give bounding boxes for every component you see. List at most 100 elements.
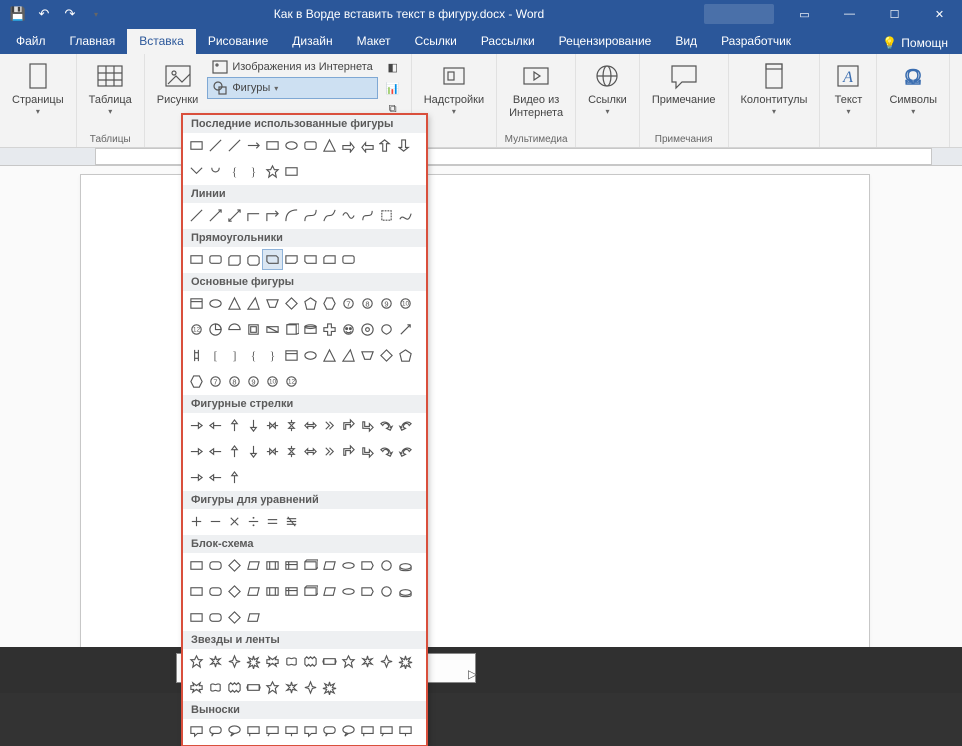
shape-option[interactable]	[187, 294, 206, 313]
shape-option[interactable]	[377, 416, 396, 435]
shape-option[interactable]	[301, 250, 320, 269]
shape-option[interactable]	[225, 320, 244, 339]
shape-option[interactable]	[358, 442, 377, 461]
shape-option[interactable]	[301, 652, 320, 671]
shape-option[interactable]	[301, 294, 320, 313]
shape-option[interactable]	[282, 136, 301, 155]
shape-option[interactable]	[263, 512, 282, 531]
shape-option[interactable]	[320, 416, 339, 435]
shape-option[interactable]	[339, 722, 358, 741]
shape-option[interactable]	[263, 250, 282, 269]
shape-option[interactable]	[301, 582, 320, 601]
shape-option[interactable]	[377, 442, 396, 461]
shape-option[interactable]	[301, 320, 320, 339]
shape-option[interactable]	[187, 652, 206, 671]
shape-option[interactable]	[263, 320, 282, 339]
shape-option[interactable]	[282, 346, 301, 365]
minimize-button[interactable]: —	[827, 0, 872, 28]
shape-option[interactable]: ]	[225, 346, 244, 365]
shape-option[interactable]	[187, 678, 206, 697]
shape-option[interactable]	[187, 372, 206, 391]
shape-option[interactable]	[282, 162, 301, 181]
shape-option[interactable]	[187, 346, 206, 365]
shape-option[interactable]	[339, 442, 358, 461]
shape-option[interactable]	[244, 722, 263, 741]
shape-option[interactable]	[282, 722, 301, 741]
shape-option[interactable]	[225, 416, 244, 435]
shape-option[interactable]	[187, 442, 206, 461]
shape-option[interactable]	[187, 512, 206, 531]
shape-option[interactable]	[358, 320, 377, 339]
shape-option[interactable]	[263, 652, 282, 671]
shape-option[interactable]	[396, 442, 415, 461]
tab-view[interactable]: Вид	[663, 29, 709, 54]
shape-option[interactable]	[320, 346, 339, 365]
shape-option[interactable]	[225, 294, 244, 313]
shape-option[interactable]: 12	[282, 372, 301, 391]
shape-option[interactable]	[244, 556, 263, 575]
shape-option[interactable]: 10	[263, 372, 282, 391]
shape-option[interactable]	[282, 556, 301, 575]
shape-option[interactable]	[358, 136, 377, 155]
shape-option[interactable]	[206, 608, 225, 627]
shape-option[interactable]	[225, 582, 244, 601]
shape-option[interactable]	[263, 136, 282, 155]
shape-option[interactable]	[358, 582, 377, 601]
shape-option[interactable]	[244, 136, 263, 155]
smartart-button[interactable]: ◧	[381, 57, 405, 77]
qat-customize[interactable]: ▾	[84, 2, 108, 26]
shape-option[interactable]	[301, 678, 320, 697]
shape-option[interactable]	[206, 206, 225, 225]
shape-option[interactable]	[282, 582, 301, 601]
shape-option[interactable]	[339, 136, 358, 155]
tell-me[interactable]: 💡 Помощн	[872, 36, 958, 54]
shape-option[interactable]: 9	[377, 294, 396, 313]
shape-option[interactable]	[244, 250, 263, 269]
shape-option[interactable]	[244, 442, 263, 461]
shape-option[interactable]: 9	[244, 372, 263, 391]
shape-option[interactable]	[339, 346, 358, 365]
redo-button[interactable]: ↷	[58, 2, 82, 26]
shape-option[interactable]	[301, 556, 320, 575]
shape-option[interactable]	[244, 512, 263, 531]
shape-option[interactable]	[206, 162, 225, 181]
shape-option[interactable]: [	[206, 346, 225, 365]
shape-option[interactable]	[206, 652, 225, 671]
shape-option[interactable]: 7	[206, 372, 225, 391]
tab-review[interactable]: Рецензирование	[547, 29, 664, 54]
shape-option[interactable]	[377, 582, 396, 601]
shape-option[interactable]	[320, 582, 339, 601]
shape-option[interactable]	[377, 556, 396, 575]
close-button[interactable]: ✕	[917, 0, 962, 28]
shape-option[interactable]	[206, 320, 225, 339]
shape-option[interactable]	[187, 136, 206, 155]
shape-option[interactable]	[358, 652, 377, 671]
shape-option[interactable]: 8	[358, 294, 377, 313]
shape-option[interactable]	[206, 468, 225, 487]
shape-option[interactable]	[339, 582, 358, 601]
shape-option[interactable]	[301, 346, 320, 365]
shape-option[interactable]	[339, 206, 358, 225]
shape-option[interactable]	[282, 320, 301, 339]
shape-option[interactable]	[244, 206, 263, 225]
shape-option[interactable]	[225, 442, 244, 461]
shape-option[interactable]	[206, 512, 225, 531]
tab-home[interactable]: Главная	[58, 29, 128, 54]
shape-option[interactable]	[396, 652, 415, 671]
shape-option[interactable]	[225, 136, 244, 155]
shape-option[interactable]	[339, 320, 358, 339]
shape-option[interactable]: 8	[225, 372, 244, 391]
shape-option[interactable]	[320, 678, 339, 697]
shape-option[interactable]	[320, 652, 339, 671]
shape-option[interactable]	[320, 556, 339, 575]
shape-option[interactable]	[206, 556, 225, 575]
shapes-gallery[interactable]: Последние использованные фигуры{}ЛинииПр…	[182, 114, 427, 746]
shape-option[interactable]	[225, 468, 244, 487]
shape-option[interactable]	[320, 442, 339, 461]
shape-option[interactable]	[244, 582, 263, 601]
shape-option[interactable]	[187, 582, 206, 601]
shape-option[interactable]	[225, 678, 244, 697]
shape-option[interactable]	[244, 416, 263, 435]
shape-option[interactable]	[244, 294, 263, 313]
addins-button[interactable]: Надстройки ▾	[418, 57, 490, 119]
